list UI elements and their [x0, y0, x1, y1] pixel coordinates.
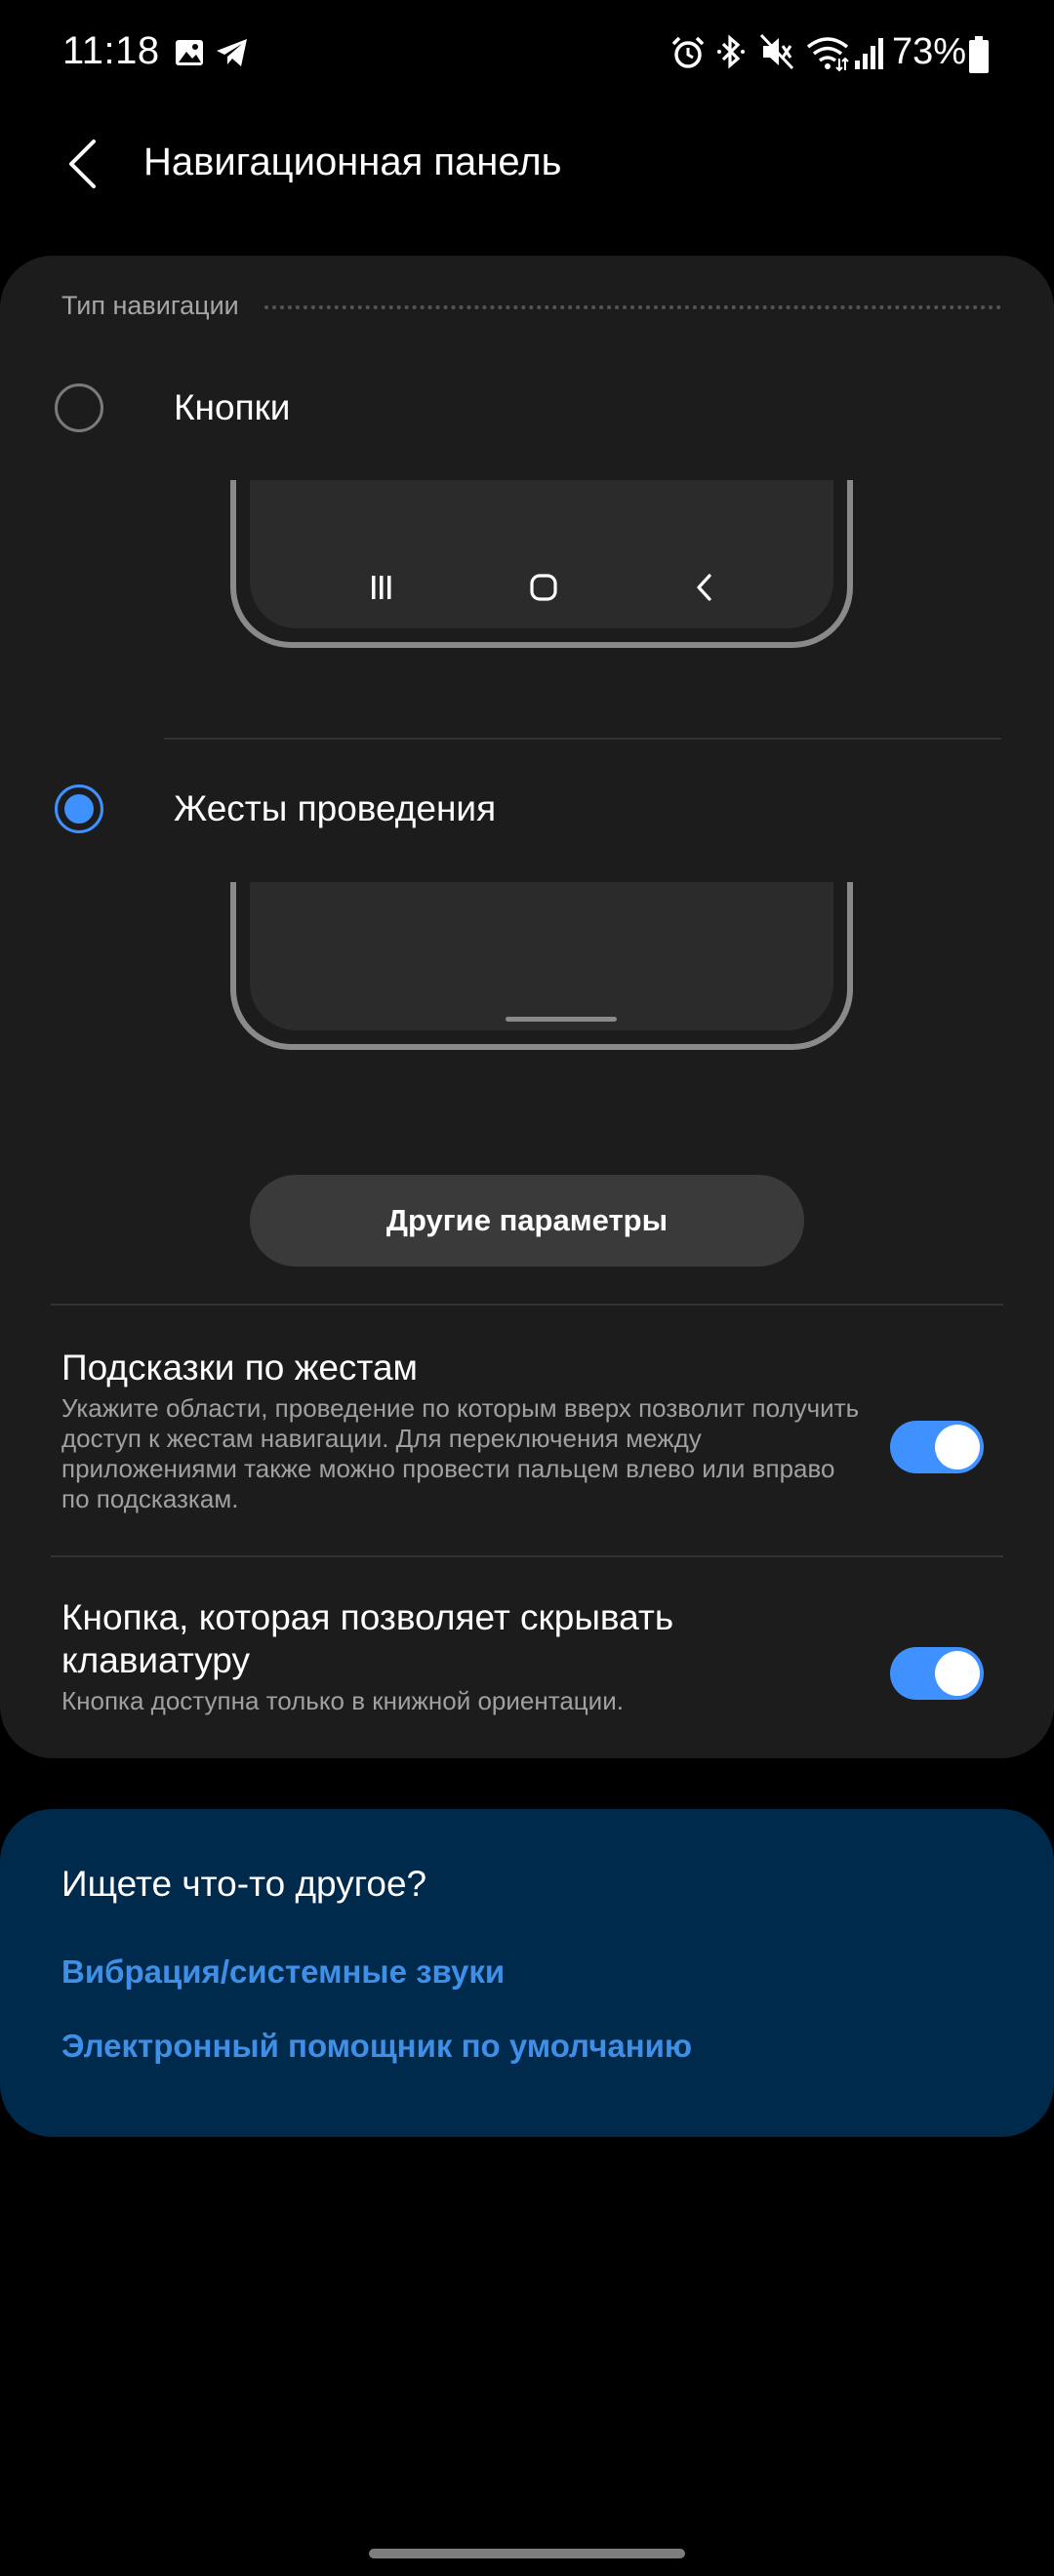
radio-buttons[interactable] — [55, 383, 103, 432]
gesture-hints-toggle[interactable] — [890, 1421, 984, 1473]
suggestions-card: Ищете что-то другое? Вибрация/системные … — [0, 1809, 1054, 2137]
battery-percent: 73% — [892, 31, 967, 72]
link-vibration-sounds[interactable]: Вибрация/системные звуки — [61, 1953, 505, 1991]
section-header: Тип навигации — [61, 291, 1001, 321]
back-button[interactable] — [55, 129, 109, 199]
buttons-preview-screen — [250, 480, 833, 628]
setting-gesture-hints-title: Подсказки по жестам — [61, 1348, 418, 1388]
gallery-icon — [176, 40, 203, 65]
gestures-preview[interactable] — [230, 882, 853, 1050]
back-icon — [697, 574, 711, 601]
section-header-label: Тип навигации — [61, 291, 239, 320]
recents-icon — [372, 576, 391, 599]
navigation-settings-card: Тип навигации Кнопки Жесты проведения Др… — [0, 256, 1054, 1758]
telegram-icon — [217, 39, 247, 66]
settings-divider-middle — [51, 1555, 1003, 1557]
setting-hide-keyboard-button[interactable]: Кнопка, которая позволяет скрывать клави… — [61, 1596, 1001, 1716]
gesture-hints-toggle-knob — [935, 1425, 980, 1469]
options-divider — [164, 738, 1001, 740]
more-options-button[interactable]: Другие параметры — [250, 1175, 804, 1267]
status-time: 11:18 — [62, 29, 160, 72]
setting-hide-keyboard-description: Кнопка доступна только в книжной ориента… — [61, 1686, 624, 1715]
gestures-preview-screen — [250, 882, 833, 1030]
suggestions-title: Ищете что-то другое? — [61, 1864, 427, 1904]
nav-option-buttons[interactable]: Кнопки — [55, 364, 1001, 452]
mute-icon — [759, 33, 794, 70]
setting-hide-keyboard-title: Кнопка, которая позволяет скрывать клави… — [61, 1597, 674, 1680]
status-bar: 11:18 73% — [0, 0, 1054, 115]
hide-keyboard-toggle-knob — [935, 1651, 980, 1696]
home-icon — [530, 574, 557, 601]
nav-option-buttons-label: Кнопки — [174, 387, 291, 427]
nav-option-gestures[interactable]: Жесты проведения — [55, 765, 1001, 853]
bluetooth-icon — [717, 34, 745, 69]
buttons-preview[interactable] — [230, 480, 853, 648]
gesture-bar — [506, 1017, 617, 1022]
wifi-icon — [806, 37, 849, 72]
link-default-assistant[interactable]: Электронный помощник по умолчанию — [61, 2028, 692, 2065]
radio-gestures[interactable] — [55, 785, 103, 833]
battery-icon — [969, 36, 989, 73]
page-title: Навигационная панель — [143, 141, 562, 183]
gesture-handle[interactable] — [369, 2549, 685, 2558]
setting-gesture-hints-description: Укажите области, проведение по которым в… — [61, 1393, 860, 1513]
hide-keyboard-toggle[interactable] — [890, 1647, 984, 1700]
signal-icon — [855, 38, 883, 69]
alarm-icon — [671, 36, 705, 68]
settings-divider-top — [51, 1304, 1003, 1306]
chevron-left-icon — [69, 140, 96, 188]
setting-gesture-hints[interactable]: Подсказки по жестам Укажите области, про… — [61, 1347, 1001, 1514]
section-divider — [264, 304, 1001, 309]
radio-gestures-dot — [64, 794, 94, 824]
nav-option-gestures-label: Жесты проведения — [174, 788, 497, 828]
